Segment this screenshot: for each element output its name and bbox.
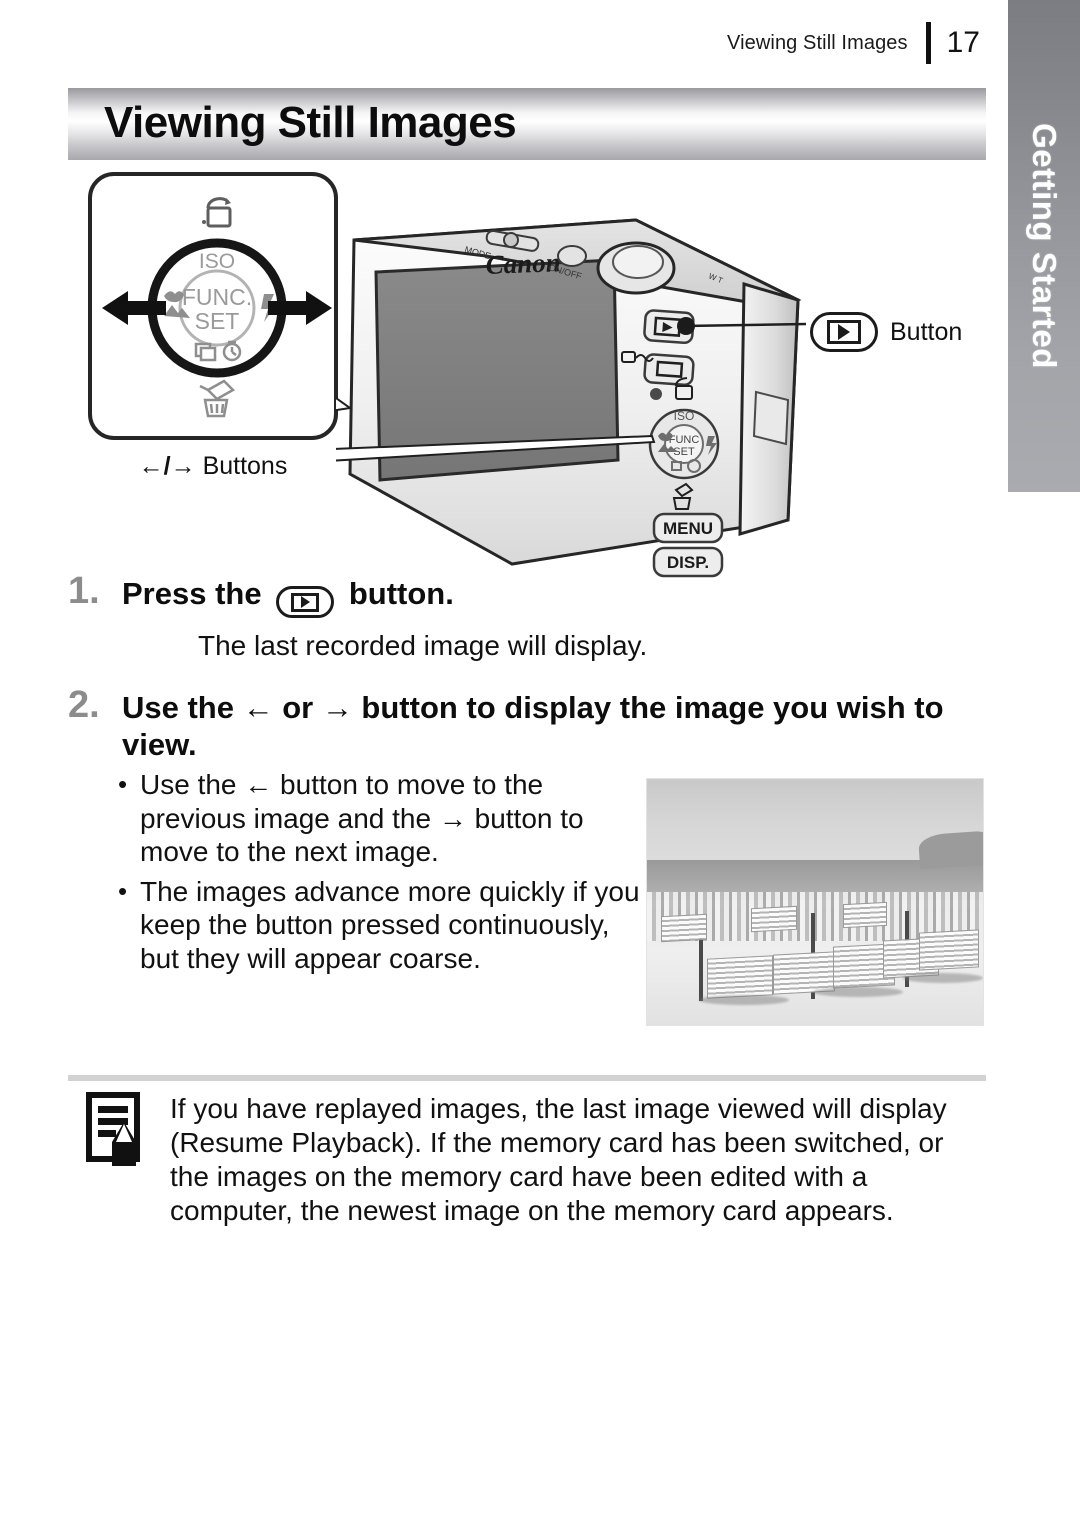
section-tab-label: Getting Started — [1026, 123, 1063, 369]
camera-svg: Canon MODE ON/OFF W T ISO FUNC SET MENU … — [309, 218, 807, 578]
note-text: If you have replayed images, the last im… — [170, 1093, 947, 1227]
instruction-steps: 1. Press the button. The last recorded i… — [68, 570, 988, 769]
photo-lounge-chair — [919, 929, 979, 971]
step-1-text: Press the button. — [122, 572, 454, 618]
camera-disp-label: DISP. — [667, 553, 709, 572]
playback-button-icon-inline — [276, 586, 335, 618]
memo-note-icon — [86, 1092, 140, 1166]
bullet-marker: • — [118, 769, 128, 799]
details-row: • Use the ← button to move to the previo… — [118, 768, 988, 1026]
control-dial-diagram: ISO FUNC. SET — [88, 172, 338, 440]
list-item: • The images advance more quickly if you… — [118, 875, 648, 976]
camera-menu-button: MENU — [652, 512, 724, 544]
page-title: Viewing Still Images — [104, 98, 517, 147]
header-title: Viewing Still Images — [727, 31, 908, 54]
step-1-text-before: Press the — [122, 576, 262, 611]
photo-lounge-chair — [751, 905, 797, 933]
manual-page: Viewing Still Images 17 Getting Started … — [0, 0, 1080, 1521]
step-2: 2. Use the ← or → button to display the … — [68, 684, 988, 763]
dial-caption: ←/→ Buttons — [138, 452, 288, 480]
page-number: 17 — [946, 26, 980, 59]
camera-illustration: Canon MODE ON/OFF W T ISO FUNC SET MENU … — [309, 212, 807, 580]
print-share-icon — [202, 197, 232, 228]
step-1-number: 1. — [68, 570, 100, 612]
camera-dial-iso: ISO — [674, 409, 695, 423]
playback-icon-frame — [827, 320, 861, 344]
bullet-list: • Use the ← button to move to the previo… — [118, 768, 648, 982]
step-1-text-after: button. — [348, 576, 454, 611]
dial-iso-label: ISO — [199, 250, 235, 273]
play-triangle-icon-inline — [300, 596, 310, 608]
photo-lounge-chair — [707, 955, 773, 999]
step-2-number: 2. — [68, 684, 100, 726]
note-divider — [68, 1075, 986, 1081]
step-2-text: Use the ← or → button to display the ima… — [122, 690, 944, 762]
bullet-text: Use the ← button to move to the previous… — [140, 769, 584, 868]
playback-button-callout: Button — [810, 312, 962, 352]
photo-shadow — [903, 973, 983, 983]
trash-icon — [199, 379, 236, 418]
power-button — [557, 245, 587, 267]
camera-control-dial: ISO FUNC SET — [648, 408, 720, 480]
play-triangle-icon — [838, 324, 850, 340]
control-dial-svg: ISO FUNC. SET — [102, 197, 332, 418]
photo-shadow — [813, 987, 903, 997]
dial-set-label: SET — [195, 308, 240, 334]
indicator-led — [650, 388, 662, 400]
header-divider — [925, 22, 931, 64]
photo-shadow — [699, 995, 789, 1005]
camera-dial-func: FUNC — [669, 434, 700, 446]
note-callout: If you have replayed images, the last im… — [86, 1092, 991, 1229]
sample-beach-photo — [646, 778, 984, 1026]
bullet-text: The images advance more quickly if you k… — [140, 875, 640, 974]
strap-lug — [752, 390, 790, 446]
photo-lounge-chair — [843, 901, 887, 929]
list-item: • Use the ← button to move to the previo… — [118, 768, 648, 869]
shutter-button — [596, 241, 676, 295]
left-arrow-glyph: ← — [138, 452, 164, 480]
photo-lounge-chair — [661, 913, 707, 943]
playback-button-icon — [810, 312, 878, 352]
callout-label: Button — [890, 317, 963, 346]
right-arrow-glyph: → — [170, 452, 196, 480]
section-title-banner: Viewing Still Images — [68, 88, 986, 160]
dial-caption-label: Buttons — [202, 452, 288, 480]
section-tab-getting-started: Getting Started — [1008, 0, 1080, 492]
bullet-marker: • — [118, 875, 128, 906]
step-1-subtext: The last recorded image will display. — [198, 630, 648, 661]
playback-icon-frame-inline — [291, 592, 320, 612]
step-1: 1. Press the button. The last recorded i… — [68, 570, 988, 661]
camera-menu-label: MENU — [663, 519, 713, 538]
page-header: Viewing Still Images 17 — [727, 22, 980, 64]
dial-func-label: FUNC. — [182, 284, 252, 310]
